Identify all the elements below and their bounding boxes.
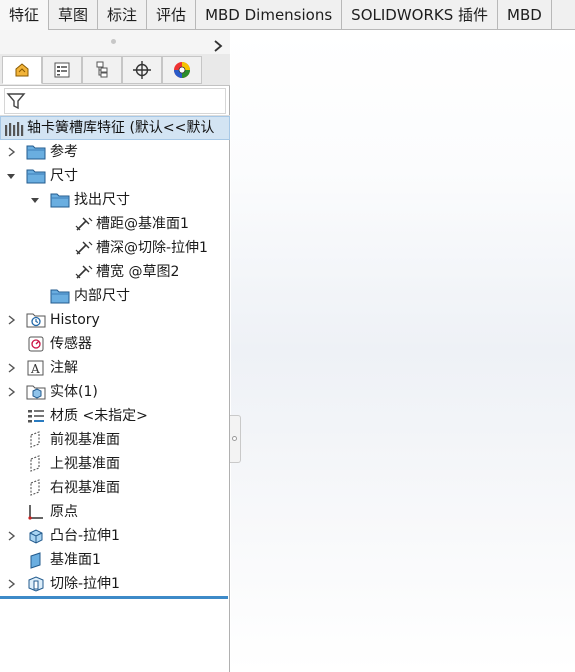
tree-item-label: 槽宽 @草图2 <box>96 264 180 280</box>
command-manager-tabs: 特征 草图 标注 评估 MBD Dimensions SOLIDWORKS 插件 MBD <box>0 0 575 30</box>
tree-item-label: 参考 <box>50 144 78 160</box>
panel-tabs <box>0 54 230 86</box>
panel-tab[interactable] <box>2 56 42 84</box>
tree-item-label: 找出尺寸 <box>74 192 130 208</box>
boss-extrude-icon <box>26 527 46 545</box>
tree-item-label: 上视基准面 <box>50 456 120 472</box>
dimxpert-manager-icon <box>132 60 152 80</box>
tree-item[interactable]: 找出尺寸 <box>0 188 230 212</box>
tree-item-label: 注解 <box>50 360 78 376</box>
annotation-icon: A <box>26 359 46 377</box>
sensor-icon <box>26 335 46 353</box>
expand-arrow-right-icon[interactable] <box>4 356 18 380</box>
panel-tab[interactable] <box>42 56 82 84</box>
tree-item[interactable]: History <box>0 308 230 332</box>
command-tab[interactable]: MBD <box>498 0 552 30</box>
expand-arrow-down-icon[interactable] <box>4 164 18 188</box>
tree-item[interactable]: 实体(1) <box>0 380 230 404</box>
tree-item-label: History <box>50 312 100 328</box>
plane-feature-icon <box>26 551 46 569</box>
command-tab[interactable]: 特征 <box>0 0 50 30</box>
tree-item-label: 切除-拉伸1 <box>50 576 120 592</box>
tree-item[interactable]: 前视基准面 <box>0 428 230 452</box>
tree-item[interactable]: 材质 <未指定> <box>0 404 230 428</box>
tree-item-label: 实体(1) <box>50 384 98 400</box>
feature-manager-icon <box>12 60 32 80</box>
tree-root-part[interactable]: 轴卡簧槽库特征 (默认<<默认 <box>0 116 230 140</box>
history-icon <box>26 311 46 329</box>
tree-item-label: 前视基准面 <box>50 432 120 448</box>
folder-icon <box>26 143 46 161</box>
tree-item-label: 内部尺寸 <box>74 288 130 304</box>
plane-icon <box>26 431 46 449</box>
command-tab[interactable]: MBD Dimensions <box>196 0 343 30</box>
cut-extrude-icon <box>26 575 46 593</box>
tree-item-label: 尺寸 <box>50 168 78 184</box>
rollback-bar[interactable] <box>0 596 228 599</box>
configuration-manager-icon <box>92 60 112 80</box>
panel-tab[interactable] <box>82 56 122 84</box>
tree-item-label: 右视基准面 <box>50 480 120 496</box>
expand-arrow-right-icon[interactable] <box>4 572 18 596</box>
tree-item[interactable]: 槽宽 @草图2 <box>0 260 230 284</box>
tree-item-label: 凸台-拉伸1 <box>50 528 120 544</box>
tree-item-label: 原点 <box>50 504 78 520</box>
expand-arrow-down-icon[interactable] <box>28 188 42 212</box>
filter-field[interactable] <box>4 88 226 114</box>
command-tab[interactable]: 草图 <box>49 0 99 30</box>
filter-icon[interactable] <box>6 91 26 111</box>
panel-split-handle[interactable] <box>0 30 230 54</box>
tree-item[interactable]: A 注解 <box>0 356 230 380</box>
property-manager-icon <box>52 60 72 80</box>
expand-arrow-right-icon[interactable] <box>4 380 18 404</box>
expand-arrow-right-icon[interactable] <box>4 524 18 548</box>
panel-tabs-more-chevron-icon[interactable] <box>207 32 229 60</box>
command-tab[interactable]: SOLIDWORKS 插件 <box>342 0 499 30</box>
tree-root-label: 轴卡簧槽库特征 (默认<<默认 <box>27 120 215 136</box>
tree-item-label: 传感器 <box>50 336 92 352</box>
dimension-icon <box>74 263 94 281</box>
solid-bodies-icon <box>26 383 46 401</box>
plane-icon <box>26 455 46 473</box>
tree-item[interactable]: 基准面1 <box>0 548 230 572</box>
tree-item[interactable]: 右视基准面 <box>0 476 230 500</box>
dimension-icon <box>74 215 94 233</box>
display-manager-icon <box>172 60 192 80</box>
tree-item[interactable]: 原点 <box>0 500 230 524</box>
graphics-area[interactable] <box>231 30 575 672</box>
filter-bar <box>0 86 230 116</box>
panel-tab[interactable] <box>162 56 202 84</box>
tree-item[interactable]: 上视基准面 <box>0 452 230 476</box>
folder-icon <box>26 167 46 185</box>
feature-manager-panel: 轴卡簧槽库特征 (默认<<默认 参考尺寸找出尺寸槽距@基准面1 槽深@切除-拉伸1… <box>0 30 230 672</box>
origin-icon <box>26 503 46 521</box>
tree-item[interactable]: 传感器 <box>0 332 230 356</box>
folder-icon <box>50 191 70 209</box>
tree-item[interactable]: 内部尺寸 <box>0 284 230 308</box>
tree-item-label: 基准面1 <box>50 552 101 568</box>
panel-tab[interactable] <box>122 56 162 84</box>
svg-text:A: A <box>30 362 40 376</box>
tree-item[interactable]: 槽距@基准面1 <box>0 212 230 236</box>
command-tab[interactable]: 标注 <box>98 0 148 30</box>
expand-arrow-right-icon[interactable] <box>4 140 18 164</box>
command-tab[interactable]: 评估 <box>147 0 197 30</box>
tree-item[interactable]: 凸台-拉伸1 <box>0 524 230 548</box>
tree-item[interactable]: 切除-拉伸1 <box>0 572 230 596</box>
panel-collapse-handle[interactable] <box>230 415 241 463</box>
tree-item-label: 材质 <未指定> <box>50 408 148 424</box>
tree-item-label: 槽距@基准面1 <box>96 216 189 232</box>
tree-item[interactable]: 尺寸 <box>0 164 230 188</box>
part-icon <box>5 122 24 136</box>
expand-arrow-right-icon[interactable] <box>4 308 18 332</box>
dimension-icon <box>74 239 94 257</box>
tree-item-label: 槽深@切除-拉伸1 <box>96 240 208 256</box>
folder-icon <box>50 287 70 305</box>
tree-item[interactable]: 槽深@切除-拉伸1 <box>0 236 230 260</box>
material-icon <box>26 407 46 425</box>
plane-icon <box>26 479 46 497</box>
tree-item[interactable]: 参考 <box>0 140 230 164</box>
